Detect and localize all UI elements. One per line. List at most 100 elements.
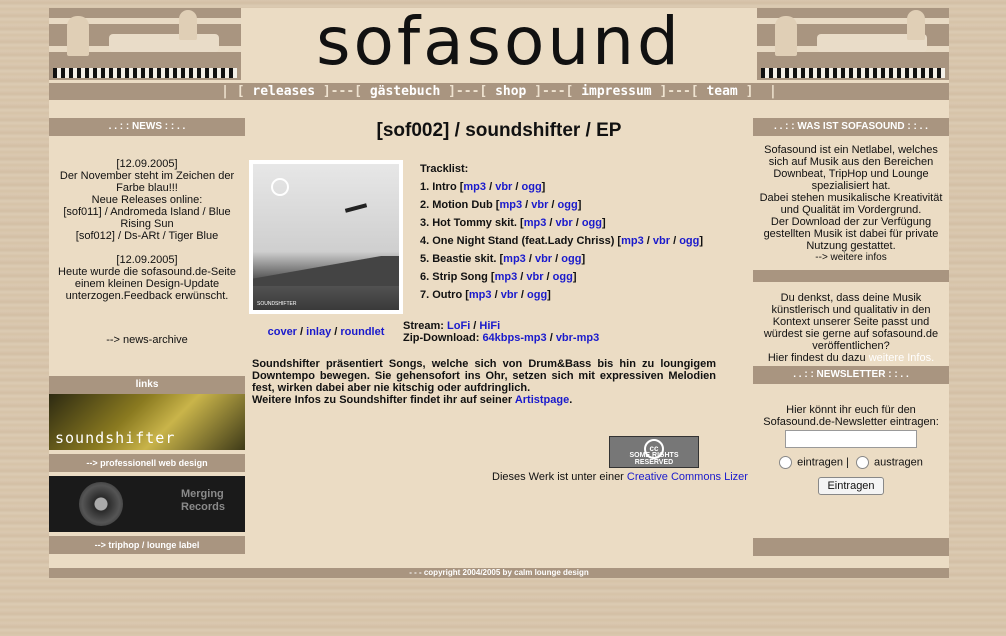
- nav-team[interactable]: team: [706, 84, 737, 99]
- news-date: [12.09.2005]: [116, 254, 178, 266]
- track-ogg-link[interactable]: ogg: [558, 199, 578, 211]
- cover-caption: SOUNDSHIFTER: [257, 301, 297, 307]
- submit-info-link[interactable]: weitere Infos.: [869, 352, 934, 364]
- newsletter-submit-button[interactable]: Eintragen: [818, 477, 884, 495]
- about-text: Sofasound ist ein Netlabel, welches sich…: [764, 144, 938, 192]
- tracklist-label: Tracklist:: [420, 163, 469, 175]
- track-row: 5. Beastie skit. [mp3 / vbr / ogg]: [420, 253, 586, 265]
- news-text: [sof011] / Andromeda Island / Blue Risin…: [63, 206, 231, 230]
- zip-vbr-link[interactable]: vbr-mp3: [556, 332, 599, 344]
- stream-hifi-link[interactable]: HiFi: [479, 320, 500, 332]
- release-title: [sof002] / soundshifter / EP: [376, 120, 622, 141]
- track-row: 1. Intro [mp3 / vbr / ogg]: [420, 181, 546, 193]
- license-text: Dieses Werk ist unter einer: [492, 471, 624, 483]
- stream-lofi-link[interactable]: LoFi: [447, 320, 470, 332]
- track-ogg-link[interactable]: ogg: [679, 235, 699, 247]
- main-nav: | [ releases ]---[ gästebuch ]---[ shop …: [49, 83, 949, 100]
- track-mp3-link[interactable]: mp3: [463, 181, 486, 193]
- merging-records-logo: Merging Records: [181, 488, 226, 513]
- cover-link[interactable]: cover: [268, 326, 297, 338]
- track-mp3-link[interactable]: mp3: [495, 271, 518, 283]
- track-mp3-link[interactable]: mp3: [621, 235, 644, 247]
- unsubscribe-radio[interactable]: [855, 456, 869, 469]
- track-ogg-link[interactable]: ogg: [582, 217, 602, 229]
- track-vbr-link[interactable]: vbr: [653, 235, 670, 247]
- inlay-link[interactable]: inlay: [306, 326, 331, 338]
- description-more: Weitere Infos zu Soundshifter findet ihr…: [252, 394, 513, 406]
- track-row: 6. Strip Song [mp3 / vbr / ogg]: [420, 271, 577, 283]
- track-title: 4. One Night Stand (feat.Lady Chriss): [420, 235, 615, 247]
- track-vbr-link[interactable]: vbr: [531, 199, 548, 211]
- news-list: [12.09.2005] Der November steht im Zeich…: [49, 158, 245, 346]
- artwork-links: cover / inlay / roundlet: [267, 326, 385, 338]
- stream-label: Stream:: [403, 320, 444, 332]
- track-mp3-link[interactable]: mp3: [469, 289, 492, 301]
- merging-records-banner[interactable]: Merging Records: [49, 476, 245, 532]
- site-logo[interactable]: sofasound: [254, 9, 744, 75]
- track-ogg-link[interactable]: ogg: [553, 271, 573, 283]
- track-vbr-link[interactable]: vbr: [495, 181, 512, 193]
- newsletter-text: Hier könnt ihr euch für den Sofasound.de…: [763, 404, 939, 428]
- zip-64-link[interactable]: 64kbps-mp3: [482, 332, 546, 344]
- footer: - - - copyright 2004/2005 by calm lounge…: [49, 568, 949, 578]
- track-ogg-link[interactable]: ogg: [522, 181, 542, 193]
- about-more-link[interactable]: --> weitere infos: [759, 252, 943, 264]
- track-mp3-link[interactable]: mp3: [503, 253, 526, 265]
- track-mp3-link[interactable]: mp3: [499, 199, 522, 211]
- track-row: 7. Outro [mp3 / vbr / ogg]: [420, 289, 551, 301]
- cover-image[interactable]: SOUNDSHIFTER: [249, 160, 403, 314]
- track-vbr-link[interactable]: vbr: [526, 271, 543, 283]
- newsletter-email-input[interactable]: [785, 430, 917, 448]
- soundshifter-logo: soundshifter: [55, 429, 176, 447]
- link-caption[interactable]: --> professionell web design: [49, 454, 245, 472]
- unsubscribe-label: austragen: [873, 456, 923, 469]
- subscribe-radio[interactable]: [779, 456, 793, 469]
- roundlet-link[interactable]: roundlet: [340, 326, 384, 338]
- subscribe-label: eintragen: [797, 456, 843, 469]
- tracklist: Tracklist: 1. Intro [mp3 / vbr / ogg] 2.…: [420, 160, 703, 304]
- track-title: 7. Outro: [420, 289, 463, 301]
- track-mp3-link[interactable]: mp3: [524, 217, 547, 229]
- about-text: Der Download der zur Verfügung gestellte…: [763, 216, 939, 252]
- soundshifter-banner[interactable]: soundshifter: [49, 394, 245, 450]
- track-vbr-link[interactable]: vbr: [556, 217, 573, 229]
- track-vbr-link[interactable]: vbr: [535, 253, 552, 265]
- release-description: Soundshifter präsentiert Songs, welche s…: [252, 358, 716, 406]
- track-title: 2. Motion Dub: [420, 199, 493, 211]
- description-text: Soundshifter präsentiert Songs, welche s…: [252, 358, 716, 394]
- zip-label: Zip-Download:: [403, 332, 480, 344]
- submit-text: Hier findest du dazu: [767, 352, 866, 364]
- track-ogg-link[interactable]: ogg: [527, 289, 547, 301]
- nav-guestbook[interactable]: gästebuch: [370, 84, 440, 99]
- link-caption[interactable]: --> triphop / lounge label: [49, 536, 245, 554]
- news-archive-link[interactable]: --> news-archive: [53, 334, 241, 346]
- news-text: Der November steht im Zeichen der Farbe …: [59, 170, 235, 194]
- nav-releases[interactable]: releases: [252, 84, 315, 99]
- artistpage-link[interactable]: Artistpage: [515, 394, 569, 406]
- header: sofasound: [49, 8, 949, 80]
- track-ogg-link[interactable]: ogg: [561, 253, 581, 265]
- nav-shop[interactable]: shop: [495, 84, 526, 99]
- newsletter-heading: . . : : NEWSLETTER : : . .: [753, 366, 949, 384]
- track-row: 2. Motion Dub [mp3 / vbr / ogg]: [420, 199, 582, 211]
- footer-bar-right: [753, 538, 949, 556]
- page-container: sofasound | [ releases ]---[ gästebuch ]…: [49, 8, 949, 578]
- track-row: 4. One Night Stand (feat.Lady Chriss) [m…: [420, 235, 704, 247]
- cc-badge[interactable]: cc SOME RIGHTS RESERVED: [609, 436, 699, 468]
- left-sidebar: . . : : NEWS : : . . [12.09.2005] Der No…: [49, 118, 245, 554]
- plane-icon: [344, 203, 368, 213]
- main-content: [sof002] / soundshifter / EP SOUNDSHIFTE…: [249, 118, 749, 483]
- track-title: 5. Beastie skit.: [420, 253, 497, 265]
- about-text: Dabei stehen musikalische Kreativität un…: [759, 192, 943, 216]
- track-vbr-link[interactable]: vbr: [501, 289, 518, 301]
- news-heading: . . : : NEWS : : . .: [49, 118, 245, 136]
- right-sidebar: . . : : WAS IST SOFASOUND : : . . Sofaso…: [753, 118, 949, 556]
- divider: [753, 270, 949, 282]
- about-heading: . . : : WAS IST SOFASOUND : : . .: [753, 118, 949, 136]
- track-title: 3. Hot Tommy skit.: [420, 217, 517, 229]
- news-date: [12.09.2005]: [116, 158, 178, 170]
- cc-license-link[interactable]: Creative Commons Lizer: [627, 471, 748, 483]
- header-illustration-left: [49, 8, 241, 80]
- nav-impressum[interactable]: impressum: [581, 84, 651, 99]
- header-illustration-right: [757, 8, 949, 80]
